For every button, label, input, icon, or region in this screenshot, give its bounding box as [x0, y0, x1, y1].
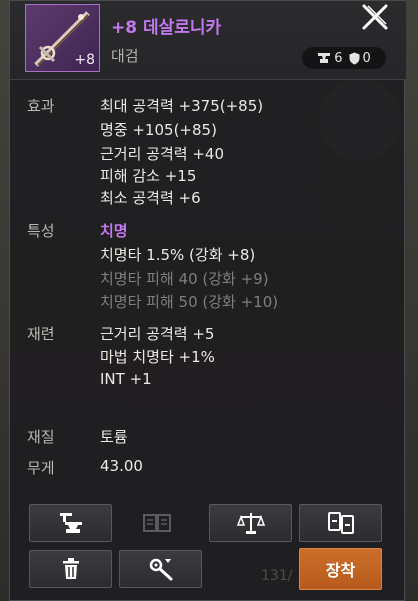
trash-icon — [62, 558, 79, 579]
appraise-button[interactable] — [209, 504, 292, 542]
compare-button[interactable] — [299, 504, 382, 542]
refine-line: INT +1 — [100, 370, 152, 388]
effect-line: 최대 공격력 +375(+85) — [100, 97, 264, 115]
item-type: 대검 — [111, 47, 139, 65]
discard-button[interactable] — [29, 550, 112, 588]
item-enhance-badge: +8 — [74, 52, 95, 68]
anvil-icon — [59, 513, 82, 533]
item-header: +8 +8 데살로니카 대검 6 0 — [10, 1, 406, 79]
book-button — [115, 504, 198, 542]
header-divider — [10, 79, 406, 80]
trait-line: 치명타 1.5% (강화 +8) — [100, 246, 256, 264]
item-tooltip-panel: +8 +8 데살로니카 대검 6 0 효과 최대 공격력 +375(+85) 명… — [9, 0, 406, 601]
repair-button[interactable] — [119, 550, 202, 588]
close-icon[interactable] — [361, 3, 389, 31]
enhance-button[interactable] — [29, 504, 112, 542]
refine-line: 마법 치명타 +1% — [100, 348, 215, 366]
equip-button[interactable]: 장착 — [299, 548, 382, 590]
material-label: 재질 — [27, 428, 55, 446]
wrench-icon — [149, 558, 172, 581]
trait-name: 치명 — [100, 222, 128, 240]
ghost-count-text: 131/ — [261, 568, 293, 584]
trait-label: 특성 — [27, 222, 55, 240]
shield-count: 0 — [362, 50, 371, 66]
material-value: 토륨 — [100, 428, 128, 446]
scale-icon — [236, 513, 265, 534]
refine-label: 재련 — [27, 325, 55, 343]
effect-label: 효과 — [27, 97, 55, 115]
item-name: +8 데살로니카 — [111, 18, 222, 38]
anvil-count: 6 — [334, 50, 343, 66]
book-icon — [142, 514, 171, 532]
refine-line: 근거리 공격력 +5 — [100, 325, 215, 343]
effect-line: 근거리 공격력 +40 — [100, 145, 224, 163]
weight-value: 43.00 — [100, 457, 143, 475]
anvil-icon — [318, 53, 331, 63]
weight-label: 무게 — [27, 459, 55, 477]
compare-icon — [327, 512, 354, 534]
trait-line-locked: 치명타 피해 40 (강화 +9) — [100, 270, 269, 288]
effect-line: 피해 감소 +15 — [100, 167, 197, 185]
shield-icon — [349, 52, 359, 64]
item-icon-slot[interactable]: +8 — [25, 4, 100, 72]
trait-line-locked: 치명타 피해 50 (강화 +10) — [100, 293, 279, 311]
item-counts-badge: 6 0 — [302, 47, 386, 69]
effect-line: 명중 +105(+85) — [100, 121, 217, 139]
effect-line: 최소 공격력 +6 — [100, 189, 201, 207]
